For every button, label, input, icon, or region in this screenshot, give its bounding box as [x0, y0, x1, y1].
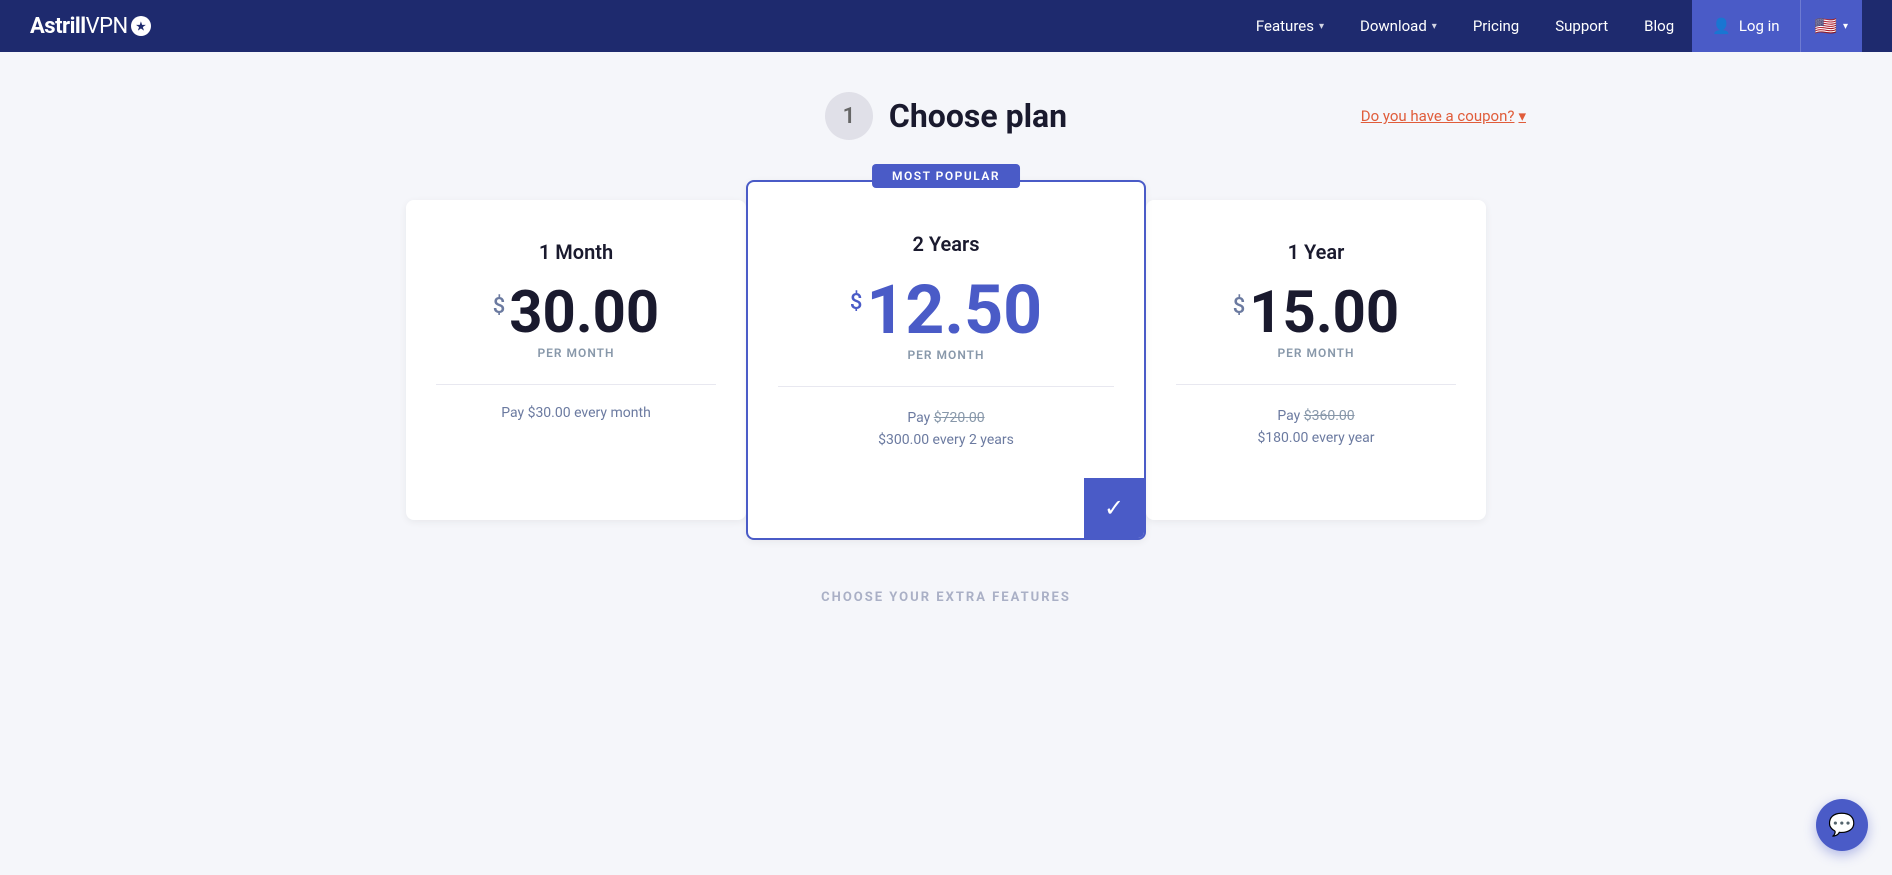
plan-billing-actual-2years: $300.00 every 2 years [878, 432, 1014, 448]
plan-divider-1year [1176, 384, 1456, 385]
plan-name-1month: 1 Month [539, 240, 613, 264]
plan-billing-2years: Pay $720.00 $300.00 every 2 years [878, 407, 1014, 538]
login-button[interactable]: 👤 Log in [1692, 0, 1799, 52]
login-label: Log in [1739, 17, 1780, 35]
extra-features-label: CHOOSE YOUR EXTRA FEATURES [366, 590, 1526, 605]
plan-currency-2years: $ [850, 290, 863, 315]
chat-button[interactable]: 💬 [1816, 799, 1868, 851]
plan-price-block-2years: $ 12.50 [850, 276, 1042, 344]
nav-download[interactable]: Download ▾ [1342, 0, 1455, 52]
plan-per-month-1year: PER MONTH [1277, 346, 1354, 360]
nav-support[interactable]: Support [1537, 0, 1626, 52]
plan-name-1year: 1 Year [1288, 240, 1345, 264]
coupon-link[interactable]: Do you have a coupon? ▾ [1361, 107, 1526, 125]
flag-chevron-icon: ▾ [1843, 21, 1848, 32]
plan-card-1month[interactable]: 1 Month $ 30.00 PER MONTH Pay $30.00 eve… [406, 200, 746, 520]
plan-divider-2years [778, 386, 1114, 387]
plan-billing-prefix-1year: Pay [1277, 408, 1303, 424]
plan-per-month-1month: PER MONTH [537, 346, 614, 360]
plan-billing-prefix-2years: Pay [907, 410, 933, 426]
plan-currency-1year: $ [1233, 294, 1246, 319]
coupon-chevron-icon: ▾ [1518, 107, 1526, 125]
plan-amount-1month: 30.00 [509, 284, 659, 342]
nav-blog[interactable]: Blog [1626, 0, 1692, 52]
navbar: AstrillVPN★ Features ▾ Download ▾ Pricin… [0, 0, 1892, 52]
plan-billing-1month: Pay $30.00 every month [501, 405, 651, 451]
checkmark-icon: ✓ [1104, 494, 1124, 522]
step-number: 1 [825, 92, 873, 140]
nav-download-chevron-icon: ▾ [1432, 21, 1437, 32]
logo[interactable]: AstrillVPN★ [30, 14, 151, 39]
nav-support-label: Support [1555, 17, 1608, 35]
nav-download-label: Download [1360, 17, 1427, 35]
plan-card-2years[interactable]: MOST POPULAR 2 Years $ 12.50 PER MONTH P… [746, 180, 1146, 540]
plan-amount-1year: 15.00 [1249, 284, 1399, 342]
plan-amount-2years: 12.50 [866, 276, 1042, 344]
nav-features-label: Features [1256, 17, 1314, 35]
chat-icon: 💬 [1828, 813, 1855, 838]
plan-billing-actual-1year: $180.00 every year [1257, 430, 1374, 446]
plan-price-block-1month: $ 30.00 [493, 284, 659, 342]
plan-billing-strikethrough-2years: $720.00 [934, 410, 985, 426]
nav-blog-label: Blog [1644, 17, 1674, 35]
plan-divider-1month [436, 384, 716, 385]
most-popular-badge: MOST POPULAR [872, 164, 1020, 188]
step-title: 1 Choose plan [825, 92, 1067, 140]
page-title: Choose plan [889, 97, 1067, 135]
plan-price-block-1year: $ 15.00 [1233, 284, 1399, 342]
plan-currency-1month: $ [493, 294, 506, 319]
main-content: 1 Choose plan Do you have a coupon? ▾ 1 … [346, 52, 1546, 665]
plans-grid: 1 Month $ 30.00 PER MONTH Pay $30.00 eve… [366, 180, 1526, 540]
nav-features-chevron-icon: ▾ [1319, 21, 1324, 32]
plan-billing-strikethrough-1year: $360.00 [1304, 408, 1355, 424]
nav-features[interactable]: Features ▾ [1238, 0, 1342, 52]
plan-billing-1year: Pay $360.00 $180.00 every year [1257, 405, 1374, 480]
header-row: 1 Choose plan Do you have a coupon? ▾ [366, 92, 1526, 140]
plan-selected-check-2years: ✓ [1084, 478, 1144, 538]
plan-per-month-2years: PER MONTH [907, 348, 984, 362]
navbar-nav: Features ▾ Download ▾ Pricing Support Bl… [1238, 0, 1862, 52]
plan-name-2years: 2 Years [912, 232, 979, 256]
nav-pricing[interactable]: Pricing [1455, 0, 1537, 52]
language-selector[interactable]: 🇺🇸 ▾ [1800, 0, 1862, 52]
coupon-text: Do you have a coupon? [1361, 107, 1515, 125]
logo-vpn-text: VPN [86, 14, 128, 39]
plan-card-1year[interactable]: 1 Year $ 15.00 PER MONTH Pay $360.00 $18… [1146, 200, 1486, 520]
login-user-icon: 👤 [1712, 17, 1731, 35]
plan-billing-text-1month: Pay $30.00 every month [501, 405, 651, 421]
nav-pricing-label: Pricing [1473, 17, 1519, 35]
logo-text: Astrill [30, 14, 86, 39]
flag-icon: 🇺🇸 [1815, 16, 1837, 37]
logo-star-icon: ★ [131, 16, 151, 36]
